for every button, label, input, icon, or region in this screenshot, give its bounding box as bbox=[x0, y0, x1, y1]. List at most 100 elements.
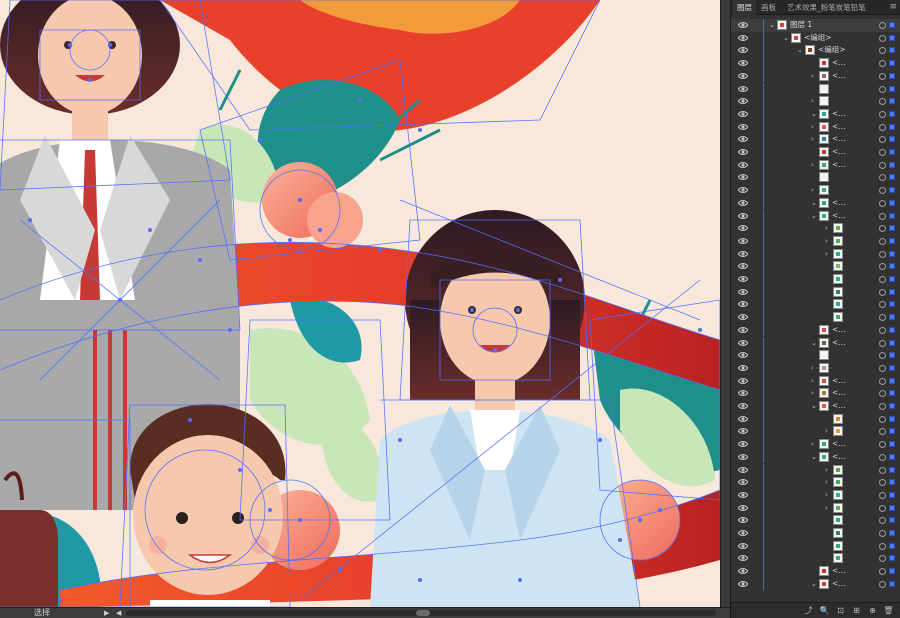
target-circle-icon[interactable] bbox=[879, 377, 886, 385]
layer-name[interactable]: <... bbox=[832, 57, 845, 70]
chevron-down-icon[interactable]: ⌄ bbox=[783, 33, 789, 43]
chevron-right-icon[interactable]: › bbox=[811, 160, 814, 170]
visibility-eye-icon[interactable] bbox=[738, 326, 748, 334]
layer-row[interactable]: › bbox=[731, 501, 900, 515]
target-circle-icon[interactable] bbox=[879, 263, 886, 271]
target-circle-icon[interactable] bbox=[879, 237, 886, 245]
selection-square-icon[interactable] bbox=[889, 568, 895, 575]
selection-square-icon[interactable] bbox=[889, 466, 895, 473]
layer-row[interactable]: <... bbox=[731, 565, 900, 578]
selection-square-icon[interactable] bbox=[889, 377, 895, 384]
selection-square-icon[interactable] bbox=[889, 288, 895, 295]
layer-row[interactable]: › <... bbox=[731, 374, 900, 388]
selection-square-icon[interactable] bbox=[889, 98, 895, 105]
new-layer-icon[interactable]: ⊕ bbox=[867, 605, 878, 616]
selection-square-icon[interactable] bbox=[889, 60, 895, 67]
layer-row[interactable] bbox=[731, 527, 900, 540]
visibility-eye-icon[interactable] bbox=[738, 529, 748, 537]
layer-row[interactable] bbox=[731, 514, 900, 527]
layer-name[interactable]: <... bbox=[832, 210, 845, 223]
selection-square-icon[interactable] bbox=[889, 161, 895, 168]
layer-row[interactable]: ⌄ <... bbox=[731, 450, 900, 464]
layer-row[interactable]: › bbox=[731, 476, 900, 489]
target-circle-icon[interactable] bbox=[879, 187, 886, 195]
selection-square-icon[interactable] bbox=[889, 149, 895, 155]
target-circle-icon[interactable] bbox=[879, 149, 886, 156]
visibility-eye-icon[interactable] bbox=[738, 453, 748, 461]
layer-name[interactable]: <... bbox=[832, 337, 845, 350]
layer-row[interactable] bbox=[731, 412, 900, 426]
target-circle-icon[interactable] bbox=[879, 174, 886, 182]
layer-name[interactable]: <编组> bbox=[818, 44, 846, 57]
target-circle-icon[interactable] bbox=[879, 364, 886, 372]
selection-square-icon[interactable] bbox=[889, 123, 895, 130]
chevron-right-icon[interactable]: › bbox=[811, 363, 814, 373]
chevron-down-icon[interactable]: ⌄ bbox=[811, 338, 817, 348]
visibility-eye-icon[interactable] bbox=[738, 250, 748, 258]
target-circle-icon[interactable] bbox=[879, 415, 886, 423]
layer-name[interactable]: <... bbox=[832, 159, 845, 172]
selection-square-icon[interactable] bbox=[889, 339, 895, 346]
status-menu-arrow-icon[interactable]: ▶ bbox=[104, 608, 109, 618]
tab-art-effects[interactable]: 艺术效果_粉笔炭笔铅笔 bbox=[783, 0, 870, 15]
selection-square-icon[interactable] bbox=[889, 276, 895, 282]
export-icon[interactable]: ⤴ bbox=[803, 605, 814, 616]
visibility-eye-icon[interactable] bbox=[738, 135, 748, 143]
selection-square-icon[interactable] bbox=[889, 136, 895, 143]
chevron-right-icon[interactable]: › bbox=[825, 503, 828, 513]
target-circle-icon[interactable] bbox=[879, 326, 886, 334]
layer-name[interactable]: <... bbox=[832, 70, 845, 83]
visibility-eye-icon[interactable] bbox=[738, 542, 748, 550]
chevron-right-icon[interactable]: › bbox=[825, 477, 828, 487]
visibility-eye-icon[interactable] bbox=[738, 262, 748, 270]
visibility-eye-icon[interactable] bbox=[738, 339, 748, 347]
visibility-eye-icon[interactable] bbox=[738, 554, 748, 562]
target-circle-icon[interactable] bbox=[879, 466, 886, 474]
visibility-eye-icon[interactable] bbox=[738, 478, 748, 486]
visibility-eye-icon[interactable] bbox=[738, 173, 748, 181]
visibility-eye-icon[interactable] bbox=[738, 85, 748, 93]
selection-square-icon[interactable] bbox=[889, 390, 895, 397]
selection-square-icon[interactable] bbox=[889, 199, 895, 206]
chevron-right-icon[interactable]: › bbox=[825, 236, 828, 246]
target-circle-icon[interactable] bbox=[879, 504, 886, 512]
selection-square-icon[interactable] bbox=[889, 542, 895, 549]
visibility-eye-icon[interactable] bbox=[738, 97, 748, 105]
selection-square-icon[interactable] bbox=[889, 479, 895, 486]
layer-row[interactable]: ⌄ <... bbox=[731, 577, 900, 591]
layer-row[interactable]: <... bbox=[731, 323, 900, 337]
visibility-eye-icon[interactable] bbox=[738, 377, 748, 385]
chevron-right-icon[interactable]: › bbox=[811, 376, 814, 386]
layer-name[interactable]: <... bbox=[832, 387, 845, 400]
selection-square-icon[interactable] bbox=[889, 504, 895, 511]
layer-row[interactable]: › bbox=[731, 425, 900, 439]
layer-row[interactable] bbox=[731, 552, 900, 566]
visibility-eye-icon[interactable] bbox=[738, 21, 748, 29]
clipping-mask-icon[interactable]: ⊡ bbox=[835, 605, 846, 616]
selection-square-icon[interactable] bbox=[889, 441, 895, 448]
target-circle-icon[interactable] bbox=[879, 110, 886, 118]
visibility-eye-icon[interactable] bbox=[738, 466, 748, 474]
horizontal-scrollbar[interactable] bbox=[126, 610, 716, 616]
panel-menu-icon[interactable]: ≡ bbox=[889, 1, 897, 13]
visibility-eye-icon[interactable] bbox=[738, 580, 748, 588]
selection-square-icon[interactable] bbox=[889, 403, 895, 409]
selection-square-icon[interactable] bbox=[889, 34, 895, 41]
chevron-down-icon[interactable]: ⌄ bbox=[769, 20, 775, 30]
chevron-right-icon[interactable]: › bbox=[811, 439, 814, 449]
layer-row[interactable]: ⌄ <... bbox=[731, 196, 900, 210]
selection-square-icon[interactable] bbox=[889, 174, 895, 181]
selection-square-icon[interactable] bbox=[889, 530, 895, 536]
selection-square-icon[interactable] bbox=[889, 85, 895, 92]
layer-name[interactable]: <... bbox=[832, 121, 845, 134]
tab-layers[interactable]: 图层 bbox=[733, 0, 756, 15]
tab-artboards[interactable]: 画板 bbox=[757, 0, 780, 15]
locate-object-icon[interactable]: 🔍 bbox=[819, 605, 830, 616]
visibility-eye-icon[interactable] bbox=[738, 72, 748, 80]
layer-row[interactable] bbox=[731, 273, 900, 286]
trash-icon[interactable]: 🗑 bbox=[883, 605, 894, 616]
layer-row[interactable] bbox=[731, 298, 900, 312]
target-circle-icon[interactable] bbox=[879, 288, 886, 296]
visibility-eye-icon[interactable] bbox=[738, 567, 748, 575]
layer-row[interactable]: › bbox=[731, 184, 900, 197]
